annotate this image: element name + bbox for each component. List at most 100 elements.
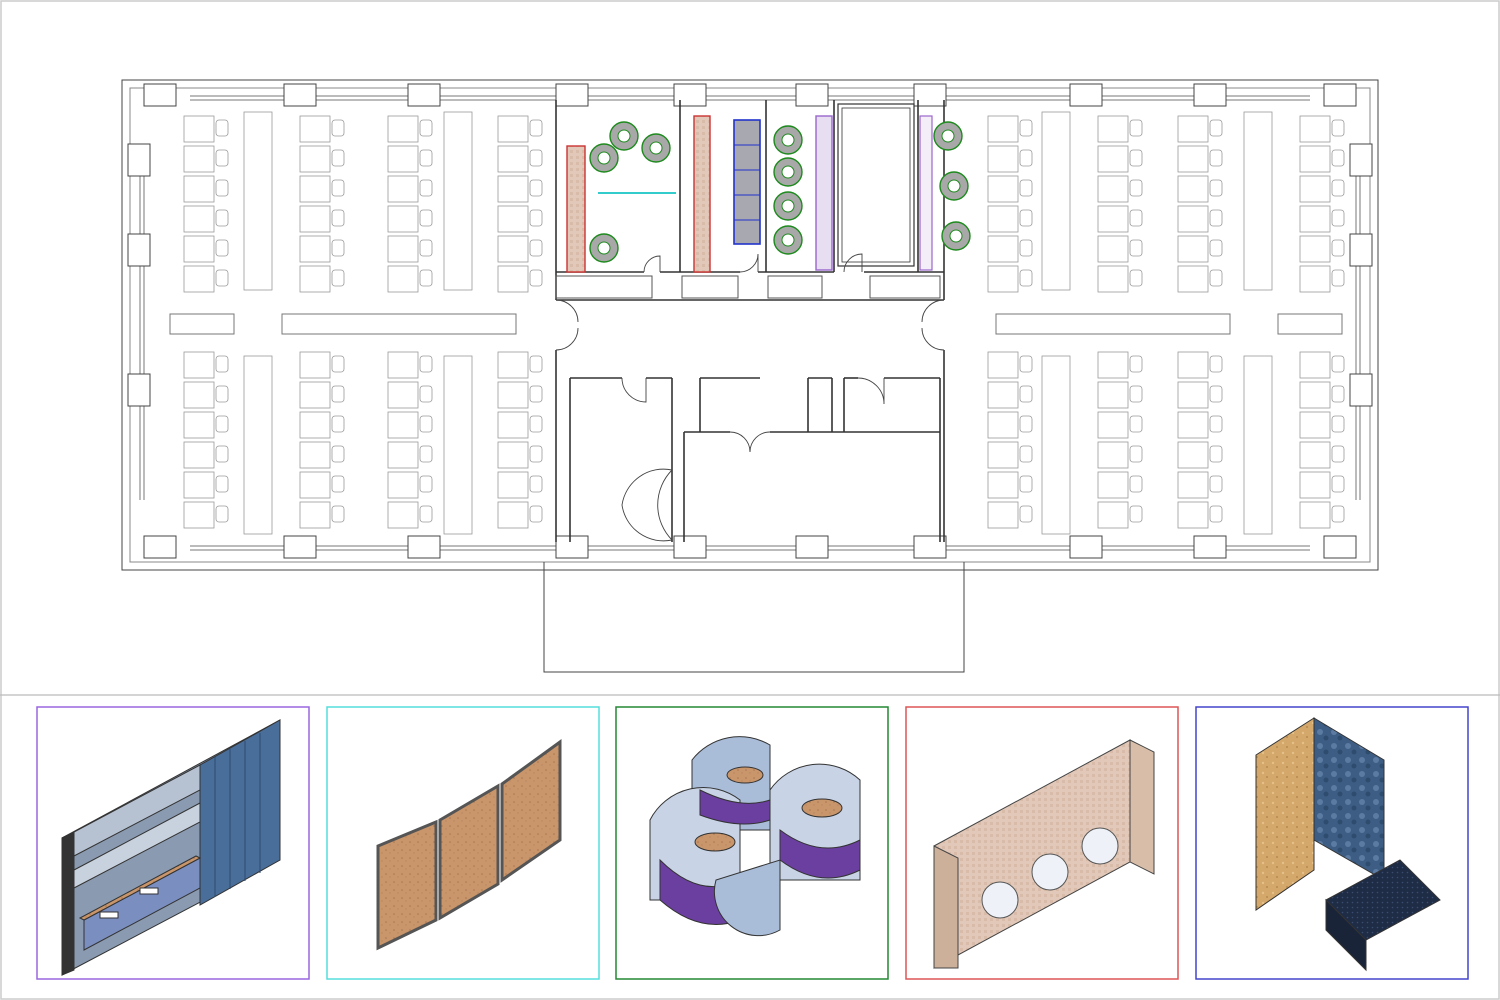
column [407, 535, 441, 559]
chair [215, 415, 229, 433]
desk [987, 381, 1019, 409]
chair [1209, 209, 1223, 227]
desk [987, 115, 1019, 143]
desk [387, 351, 419, 379]
chair [1331, 149, 1345, 167]
desk [1299, 205, 1331, 233]
chair [529, 355, 543, 373]
pod-table [649, 141, 663, 155]
desk [387, 115, 419, 143]
pod-table [781, 233, 795, 247]
chair [1209, 505, 1223, 523]
chair [215, 179, 229, 197]
desk [299, 471, 331, 499]
chair [1019, 385, 1033, 403]
desk [1299, 441, 1331, 469]
desk [183, 501, 215, 529]
pod-table [781, 133, 795, 147]
chair [1129, 385, 1143, 403]
chair [419, 355, 433, 373]
chair [1209, 385, 1223, 403]
chair [1129, 239, 1143, 257]
purple-partition-left [815, 115, 833, 271]
chair [331, 269, 345, 287]
column [1349, 233, 1373, 267]
column [1193, 83, 1227, 107]
desk [987, 471, 1019, 499]
chair [529, 505, 543, 523]
desk [1299, 235, 1331, 263]
chair [1331, 239, 1345, 257]
desk [497, 501, 529, 529]
chair [419, 149, 433, 167]
desk [1299, 175, 1331, 203]
desk [299, 235, 331, 263]
desk [987, 351, 1019, 379]
desk [1097, 265, 1129, 293]
desk [299, 205, 331, 233]
desk [1299, 411, 1331, 439]
desk [497, 265, 529, 293]
chair [1209, 355, 1223, 373]
red-booth-left [566, 145, 586, 273]
desk [497, 411, 529, 439]
desk [1177, 235, 1209, 263]
chair [1209, 149, 1223, 167]
chair [1129, 505, 1143, 523]
storage-unit [1243, 111, 1273, 291]
chair [1129, 445, 1143, 463]
column [127, 143, 151, 177]
desk [1177, 351, 1209, 379]
red-booth-right [693, 115, 711, 273]
chair [331, 119, 345, 137]
desk [183, 115, 215, 143]
desk [1177, 175, 1209, 203]
desk [1299, 351, 1331, 379]
pod-table [597, 151, 611, 165]
pod-table [941, 129, 955, 143]
chair [215, 355, 229, 373]
chair [1331, 445, 1345, 463]
desk [299, 265, 331, 293]
chair [215, 269, 229, 287]
desk [987, 145, 1019, 173]
column [1069, 83, 1103, 107]
chair [1019, 209, 1033, 227]
floor-plan [121, 79, 1379, 673]
chair [529, 385, 543, 403]
desk [387, 145, 419, 173]
chair [331, 505, 345, 523]
desk [1097, 351, 1129, 379]
chair [419, 179, 433, 197]
chair [419, 475, 433, 493]
desk [1177, 205, 1209, 233]
floor-plan-sheet [0, 0, 1500, 1000]
chair [331, 385, 345, 403]
desk [987, 501, 1019, 529]
desk [387, 411, 419, 439]
desk [183, 471, 215, 499]
column [1323, 535, 1357, 559]
chair [1019, 269, 1033, 287]
desk [183, 175, 215, 203]
column [673, 535, 707, 559]
desk [1097, 501, 1129, 529]
chair [331, 149, 345, 167]
desk [497, 115, 529, 143]
desk [497, 205, 529, 233]
pod-table [949, 229, 963, 243]
chair [1019, 505, 1033, 523]
chair [215, 475, 229, 493]
chair [331, 475, 345, 493]
desk [497, 175, 529, 203]
desk [299, 145, 331, 173]
chair [331, 239, 345, 257]
chair [1019, 355, 1033, 373]
desk [987, 411, 1019, 439]
column [795, 535, 829, 559]
chair [1331, 179, 1345, 197]
desk [183, 235, 215, 263]
entrance-annex [543, 562, 965, 673]
column [283, 83, 317, 107]
desk [387, 175, 419, 203]
